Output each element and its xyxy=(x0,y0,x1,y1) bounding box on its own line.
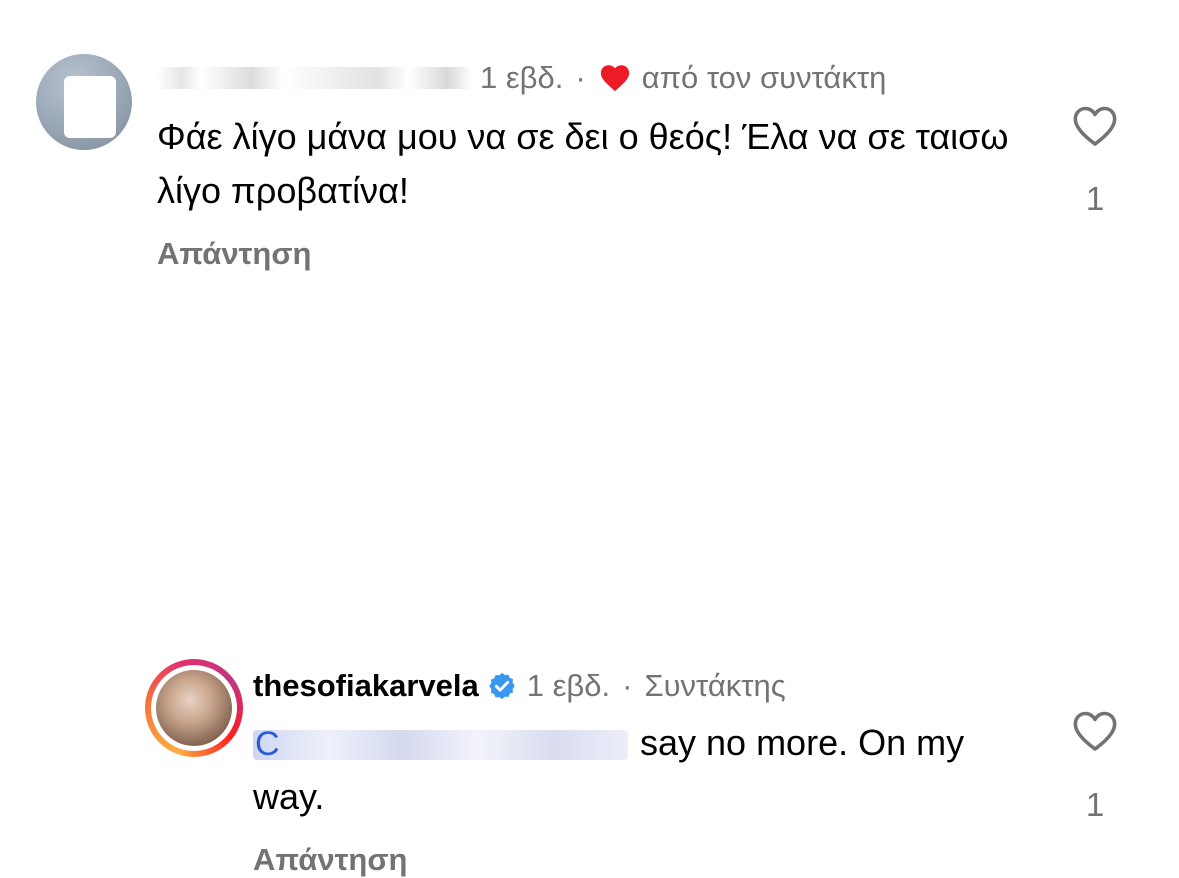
mention-fragment: C xyxy=(255,725,280,764)
author-role-label: Συντάκτης xyxy=(644,668,786,703)
comment-text: Csay no more. On my way. xyxy=(253,716,1013,824)
commenter-avatar[interactable] xyxy=(36,54,132,150)
meta-separator: · xyxy=(575,60,586,95)
like-count: 1 xyxy=(1085,786,1105,823)
blurred-username[interactable] xyxy=(157,67,472,89)
avatar-blur xyxy=(64,76,116,138)
heart-outline-icon[interactable] xyxy=(1071,709,1119,753)
comment-text: Φάε λίγο μάνα μου να σε δει ο θεός! Έλα … xyxy=(157,116,1009,211)
reply-button[interactable]: Απάντηση xyxy=(253,842,407,878)
reply-comment-item: thesofiakarvela 1 εβδ. · Συντάκτης Csay … xyxy=(0,300,1179,877)
comment-time: 1 εβδ. xyxy=(480,60,564,95)
heart-filled-icon xyxy=(600,65,629,92)
author-liked-label: από τον συντάκτη xyxy=(641,60,887,95)
username[interactable]: thesofiakarvela xyxy=(253,668,479,704)
author-avatar xyxy=(156,670,232,746)
meta-separator: · xyxy=(622,668,633,703)
like-count: 1 xyxy=(1085,180,1105,217)
author-avatar-story-ring[interactable] xyxy=(145,659,243,757)
reply-button[interactable]: Απάντηση xyxy=(157,236,311,272)
comment-item: 1 εβδ. · από τον συντάκτη Φάε λίγο μάνα … xyxy=(0,0,1179,300)
comment-meta: 1 εβδ. · από τον συντάκτη xyxy=(157,58,886,98)
comment-time: 1 εβδ. xyxy=(526,668,611,703)
verified-badge-icon xyxy=(488,672,515,700)
comment-meta: thesofiakarvela 1 εβδ. · Συντάκτης xyxy=(253,666,786,706)
heart-outline-icon[interactable] xyxy=(1071,104,1119,148)
blurred-mention[interactable]: C xyxy=(253,726,628,762)
